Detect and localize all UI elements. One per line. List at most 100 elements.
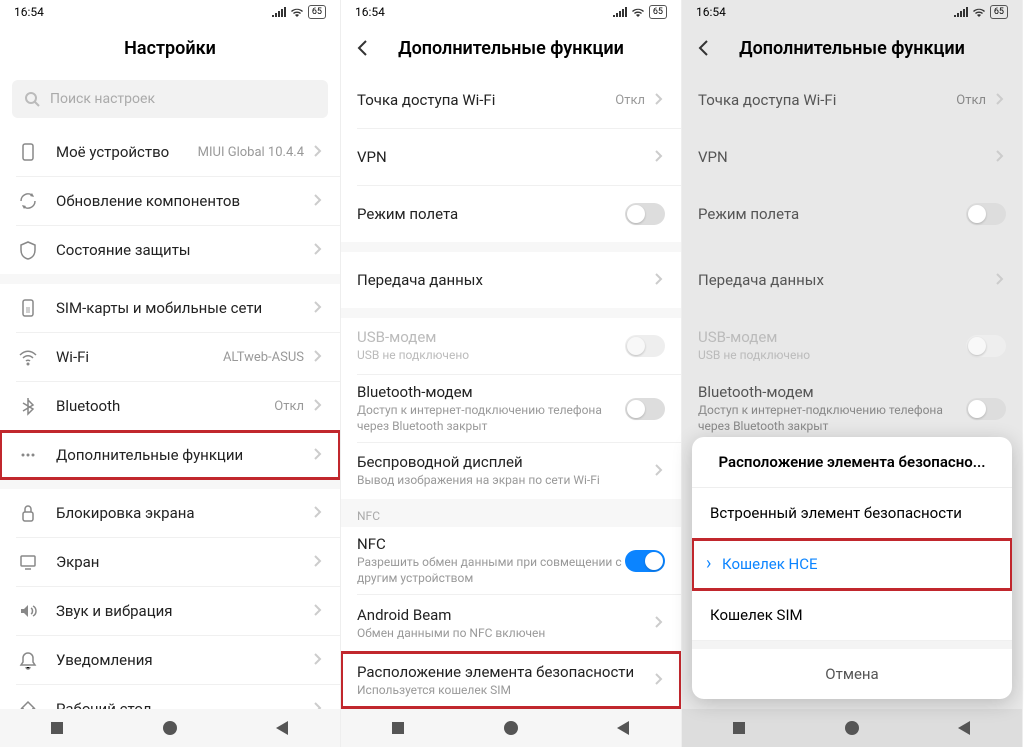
settings-row[interactable]: Android BeamОбмен данными по NFC включен: [341, 595, 681, 651]
settings-row[interactable]: SIM-карты и мобильные сети: [0, 284, 340, 332]
status-icons: 65: [954, 5, 1008, 19]
settings-row[interactable]: VPN: [682, 129, 1022, 185]
settings-row[interactable]: Блокировка экрана: [0, 489, 340, 537]
sheet-option[interactable]: Встроенный элемент безопасности: [692, 488, 1012, 539]
settings-row[interactable]: Дополнительные функции: [0, 431, 340, 479]
row-label: Уведомления: [56, 651, 310, 669]
search-input[interactable]: Поиск настроек: [12, 80, 328, 118]
row-label: Экран: [56, 553, 310, 571]
bt-icon: [16, 394, 40, 418]
pane-additional: 16:54 65 Дополнительные функции Точка до…: [341, 0, 682, 747]
settings-row[interactable]: BluetoothОткл: [0, 382, 340, 430]
chevron-right-icon: [651, 271, 665, 290]
settings-row[interactable]: Точка доступа Wi-FiОткл: [682, 72, 1022, 128]
battery-icon: 65: [308, 5, 326, 19]
settings-row[interactable]: Передача данных: [682, 252, 1022, 308]
page-title: Настройки: [124, 38, 216, 59]
nav-back-icon[interactable]: [615, 719, 633, 737]
page-title: Дополнительные функции: [398, 38, 624, 59]
settings-row[interactable]: Рабочий стол: [0, 685, 340, 709]
settings-row[interactable]: Моё устройствоMIUI Global 10.4.4: [0, 128, 340, 176]
chevron-right-icon: [992, 271, 1006, 290]
row-label: Беспроводной дисплей: [357, 453, 651, 471]
chevron-right-icon: [310, 700, 324, 710]
settings-row[interactable]: Беспроводной дисплейВывод изображения на…: [341, 443, 681, 499]
nav-back-icon[interactable]: [274, 719, 292, 737]
sheet-option[interactable]: Кошелек HCE: [692, 539, 1012, 590]
toggle[interactable]: [625, 398, 665, 420]
chevron-right-icon: [310, 192, 324, 211]
sound-icon: [16, 599, 40, 623]
bell-icon: [16, 648, 40, 672]
row-label: Точка доступа Wi-Fi: [698, 91, 956, 109]
settings-row[interactable]: Обновление компонентов: [0, 177, 340, 225]
row-label: Передача данных: [357, 271, 651, 289]
settings-row[interactable]: Расположение элемента безопасностиИсполь…: [341, 652, 681, 708]
row-label: SIM-карты и мобильные сети: [56, 299, 310, 317]
wifi-icon: [972, 7, 986, 17]
nav-recent-icon[interactable]: [730, 719, 748, 737]
refresh-icon: [16, 189, 40, 213]
row-sublabel: USB не подключено: [357, 348, 625, 364]
chevron-right-icon: [310, 348, 324, 367]
chevron-right-icon: [310, 397, 324, 416]
nav-recent-icon[interactable]: [389, 719, 407, 737]
row-label: Звук и вибрация: [56, 602, 310, 620]
row-label: Android Beam: [357, 606, 651, 624]
row-label: Состояние защиты: [56, 241, 310, 259]
toggle[interactable]: [625, 550, 665, 572]
chevron-right-icon: [992, 91, 1006, 110]
back-button[interactable]: [694, 24, 714, 72]
sheet-option[interactable]: Кошелек SIM: [692, 590, 1012, 641]
settings-row[interactable]: Bluetooth-модемДоступ к интернет-подключ…: [682, 375, 1022, 442]
toggle[interactable]: [966, 398, 1006, 420]
status-bar: 16:54 65: [0, 0, 340, 24]
settings-list[interactable]: Моё устройствоMIUI Global 10.4.4Обновлен…: [0, 128, 340, 709]
chevron-right-icon: [651, 462, 665, 481]
nav-home-icon[interactable]: [843, 719, 861, 737]
settings-row[interactable]: Звук и вибрация: [0, 587, 340, 635]
chevron-right-icon: [310, 504, 324, 523]
security-element-sheet: Расположение элемента безопасно... Встро…: [692, 437, 1012, 699]
toggle[interactable]: [625, 203, 665, 225]
back-button[interactable]: [353, 24, 373, 72]
settings-row[interactable]: USB-модемUSB не подключено: [682, 318, 1022, 374]
lock-icon: [16, 501, 40, 525]
row-label: USB-модем: [698, 328, 966, 346]
row-value: MIUI Global 10.4.4: [198, 145, 304, 160]
settings-row[interactable]: Экран: [0, 538, 340, 586]
header: Настройки: [0, 24, 340, 72]
settings-row[interactable]: Режим полета: [341, 186, 681, 242]
status-icons: 65: [613, 5, 667, 19]
toggle[interactable]: [966, 203, 1006, 225]
row-label: Точка доступа Wi-Fi: [357, 91, 615, 109]
settings-row[interactable]: Состояние защиты: [0, 226, 340, 274]
status-time: 16:54: [14, 5, 44, 19]
status-time: 16:54: [355, 5, 385, 19]
settings-row[interactable]: Режим полета: [682, 186, 1022, 242]
nav-home-icon[interactable]: [161, 719, 179, 737]
settings-row[interactable]: NFCРазрешить обмен данными при совмещени…: [341, 527, 681, 594]
settings-row[interactable]: Bluetooth-модемДоступ к интернет-подключ…: [341, 375, 681, 442]
sheet-cancel-button[interactable]: Отмена: [692, 641, 1012, 699]
page-title: Дополнительные функции: [739, 38, 965, 59]
search-icon: [24, 91, 40, 107]
settings-row[interactable]: Точка доступа Wi-FiОткл: [341, 72, 681, 128]
wifi-icon: [631, 7, 645, 17]
nav-back-icon[interactable]: [956, 719, 974, 737]
row-label: Режим полета: [357, 205, 625, 223]
settings-row[interactable]: Уведомления: [0, 636, 340, 684]
settings-row[interactable]: Wi-FiALTweb-ASUS: [0, 333, 340, 381]
additional-list[interactable]: Точка доступа Wi-FiОткл VPN Режим полета П…: [341, 72, 681, 709]
row-label: VPN: [357, 148, 651, 166]
chevron-right-icon: [651, 614, 665, 633]
settings-row[interactable]: USB-модемUSB не подключено: [341, 318, 681, 374]
nav-recent-icon[interactable]: [48, 719, 66, 737]
pane-settings: 16:54 65 Настройки Поиск настроек Моё ус…: [0, 0, 341, 747]
nav-bar: [682, 709, 1022, 747]
settings-row[interactable]: VPN: [341, 129, 681, 185]
settings-row[interactable]: Передача данных: [341, 252, 681, 308]
nav-home-icon[interactable]: [502, 719, 520, 737]
sheet-title: Расположение элемента безопасно...: [692, 437, 1012, 488]
row-label: Bluetooth-модем: [357, 383, 625, 401]
